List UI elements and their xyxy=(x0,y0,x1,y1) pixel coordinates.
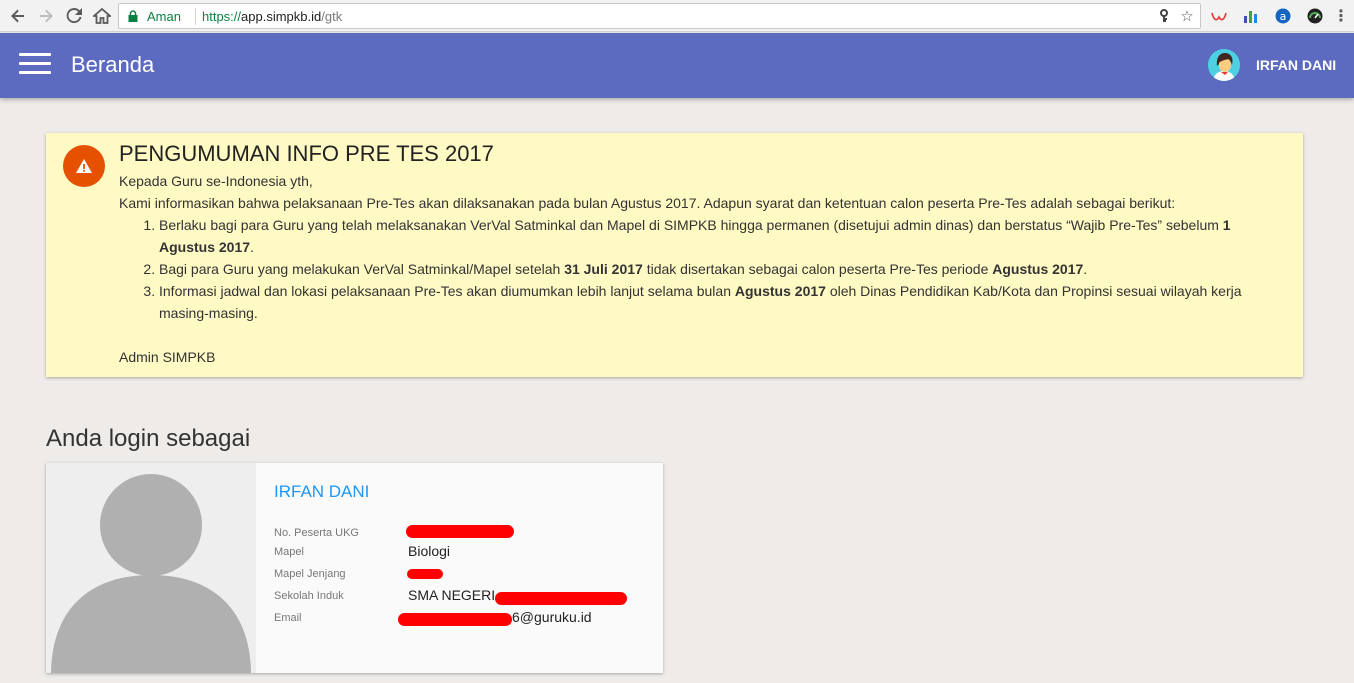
secure-label: Aman xyxy=(147,9,181,24)
address-bar[interactable]: Aman https://app.simpkb.id/gtk ☆ xyxy=(118,3,1201,29)
list-item-text: . xyxy=(250,239,254,255)
extension-a-icon[interactable]: a xyxy=(1272,5,1294,27)
warning-icon xyxy=(63,145,105,187)
app-header: Beranda IRFAN DANI xyxy=(0,33,1354,98)
url-scheme: https:// xyxy=(202,9,242,24)
announcement-body: Kepada Guru se-Indonesia yth, Kami infor… xyxy=(119,170,1289,368)
info-label: Mapel xyxy=(274,546,304,558)
announcement-title: PENGUMUMAN INFO PRE TES 2017 xyxy=(119,141,494,166)
forward-icon[interactable] xyxy=(34,4,58,28)
menu-icon[interactable] xyxy=(19,53,51,77)
list-item-text: Bagi para Guru yang melakukan VerVal Sat… xyxy=(159,261,565,277)
list-item-text: Berlaku bagi para Guru yang telah melaks… xyxy=(159,217,1223,233)
list-item-period: Agustus 2017 xyxy=(734,283,826,299)
profile-name: IRFAN DANI xyxy=(274,482,370,501)
url-text[interactable]: https://app.simpkb.id/gtk xyxy=(202,9,342,24)
list-item-text: . xyxy=(1083,261,1088,277)
list-item: Bagi para Guru yang melakukan VerVal Sat… xyxy=(159,258,1289,280)
list-item-text: Informasi jadwal dan lokasi pelaksanaan … xyxy=(159,283,735,299)
info-label: No. Peserta UKG xyxy=(274,527,359,539)
reload-icon[interactable] xyxy=(62,4,86,28)
profile-card: IRFAN DANI No. Peserta UKG Mapel Biologi… xyxy=(46,463,663,673)
extension-gauge-icon[interactable] xyxy=(1304,5,1326,27)
extension-chart-icon[interactable] xyxy=(1240,5,1262,27)
redaction-mark xyxy=(407,569,443,579)
requirements-list: Berlaku bagi para Guru yang telah melaks… xyxy=(159,214,1289,324)
user-menu-name[interactable]: IRFAN DANI xyxy=(1256,57,1336,73)
redaction-mark xyxy=(398,613,512,626)
profile-photo-placeholder xyxy=(46,463,256,673)
redaction-mark xyxy=(406,525,514,538)
info-value: Biologi xyxy=(408,543,451,559)
announcement-card: PENGUMUMAN INFO PRE TES 2017 Kepada Guru… xyxy=(46,133,1303,377)
list-item: Berlaku bagi para Guru yang telah melaks… xyxy=(159,214,1289,258)
list-item-text: tidak disertakan sebagai calon peserta P… xyxy=(642,261,993,277)
avatar[interactable] xyxy=(1208,49,1240,81)
key-icon[interactable] xyxy=(1155,7,1173,25)
info-row-email: Email 6@guruku.id xyxy=(274,609,654,629)
extension-heart-icon[interactable] xyxy=(1208,5,1230,27)
page-title: Beranda xyxy=(71,52,155,77)
info-value: SMA NEGERI xyxy=(408,587,496,603)
announcement-intro: Kami informasikan bahwa pelaksanaan Pre-… xyxy=(119,195,1176,211)
info-label: Mapel Jenjang xyxy=(274,568,346,580)
info-label: Sekolah Induk xyxy=(274,590,344,602)
back-icon[interactable] xyxy=(6,4,30,28)
browser-menu-icon[interactable]: ⋮ xyxy=(1330,5,1352,27)
browser-toolbar: Aman https://app.simpkb.id/gtk ☆ a ⋮ xyxy=(0,0,1354,32)
url-host: app.simpkb.id xyxy=(241,9,322,24)
announcement-signature: Admin SIMPKB xyxy=(119,349,216,365)
login-heading: Anda login sebagai xyxy=(46,425,251,452)
info-value: 6@guruku.id xyxy=(512,609,592,625)
redaction-mark xyxy=(495,592,627,605)
svg-text:a: a xyxy=(1280,10,1287,23)
bookmark-star-icon[interactable]: ☆ xyxy=(1178,7,1196,25)
lock-icon xyxy=(128,10,138,22)
info-label: Email xyxy=(274,612,302,624)
announcement-greeting: Kepada Guru se-Indonesia yth, xyxy=(119,173,313,189)
omnibox-divider xyxy=(195,8,196,25)
url-path: /gtk xyxy=(321,9,343,24)
home-icon[interactable] xyxy=(90,4,114,28)
list-item: Informasi jadwal dan lokasi pelaksanaan … xyxy=(159,280,1289,324)
list-item-date: 31 Juli 2017 xyxy=(564,261,643,277)
list-item-period: Agustus 2017 xyxy=(992,261,1084,277)
